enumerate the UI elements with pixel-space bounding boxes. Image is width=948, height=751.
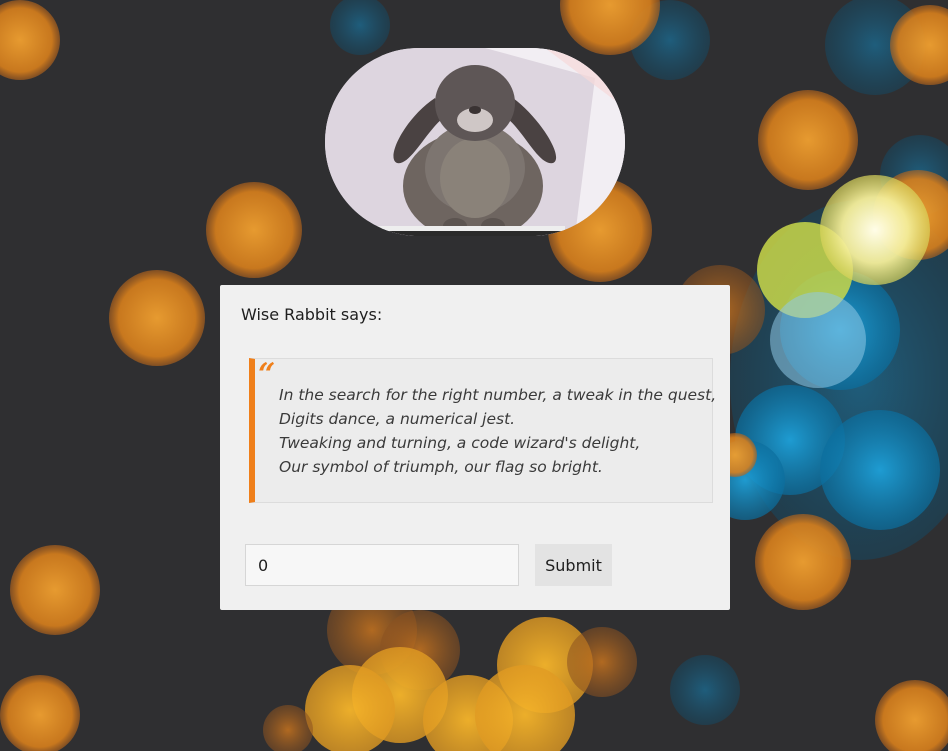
number-input[interactable] <box>245 544 519 586</box>
quote-line: Digits dance, a numerical jest. <box>279 410 516 428</box>
submit-button[interactable]: Submit <box>535 544 612 586</box>
quote-line: Our symbol of triumph, our flag so brigh… <box>279 458 603 476</box>
card-title: Wise Rabbit says: <box>241 305 383 324</box>
quote-line: Tweaking and turning, a code wizard's de… <box>279 434 641 452</box>
quote-mark-icon: “ <box>258 357 276 392</box>
quote-block: “ In the search for the right number, a … <box>249 357 716 503</box>
quote-line: In the search for the right number, a tw… <box>279 386 717 404</box>
page: Wise Rabbit says: “ In the search for th… <box>0 0 948 751</box>
rabbit-illustration <box>325 48 625 236</box>
quote-text: In the search for the right number, a tw… <box>279 383 716 479</box>
rabbit-avatar <box>325 48 625 236</box>
wise-rabbit-card: Wise Rabbit says: “ In the search for th… <box>220 285 730 610</box>
